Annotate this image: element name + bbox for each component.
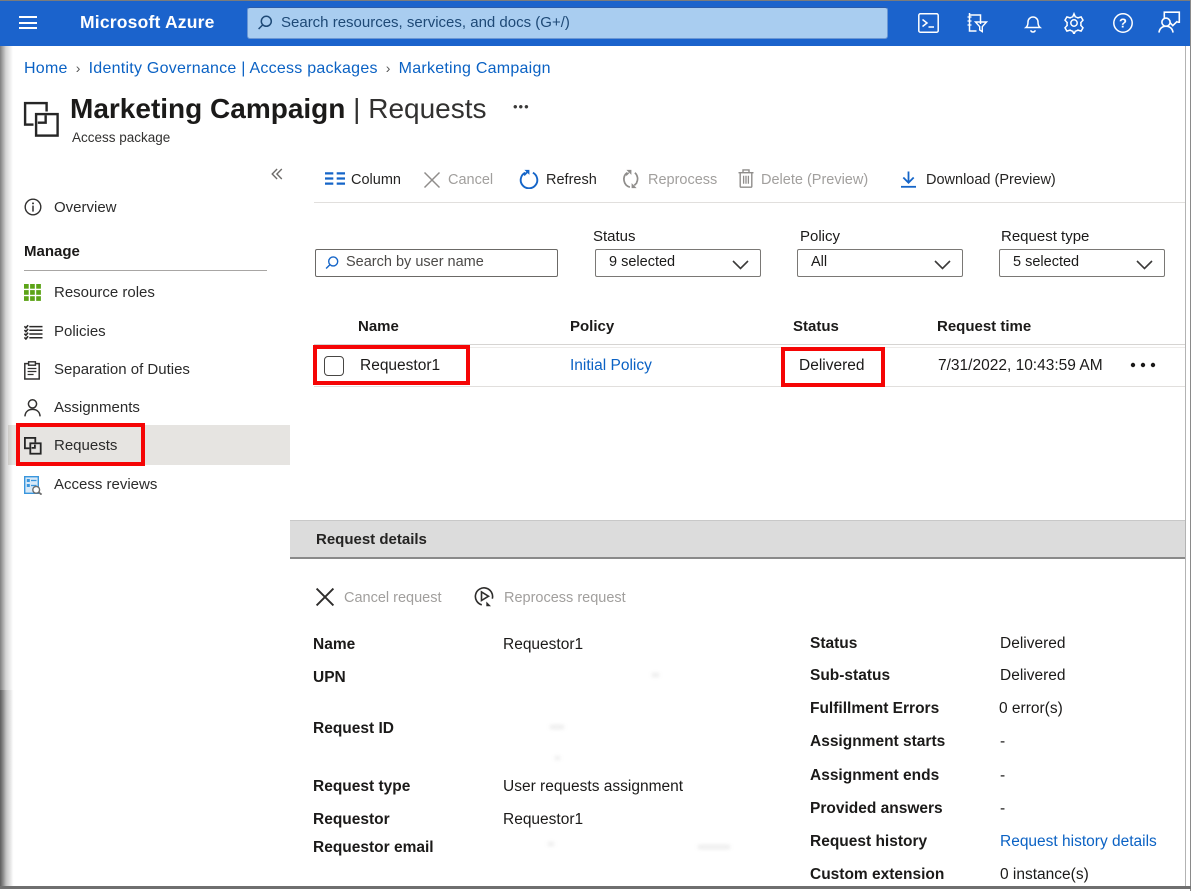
svg-text:?: ? [1119, 16, 1127, 31]
